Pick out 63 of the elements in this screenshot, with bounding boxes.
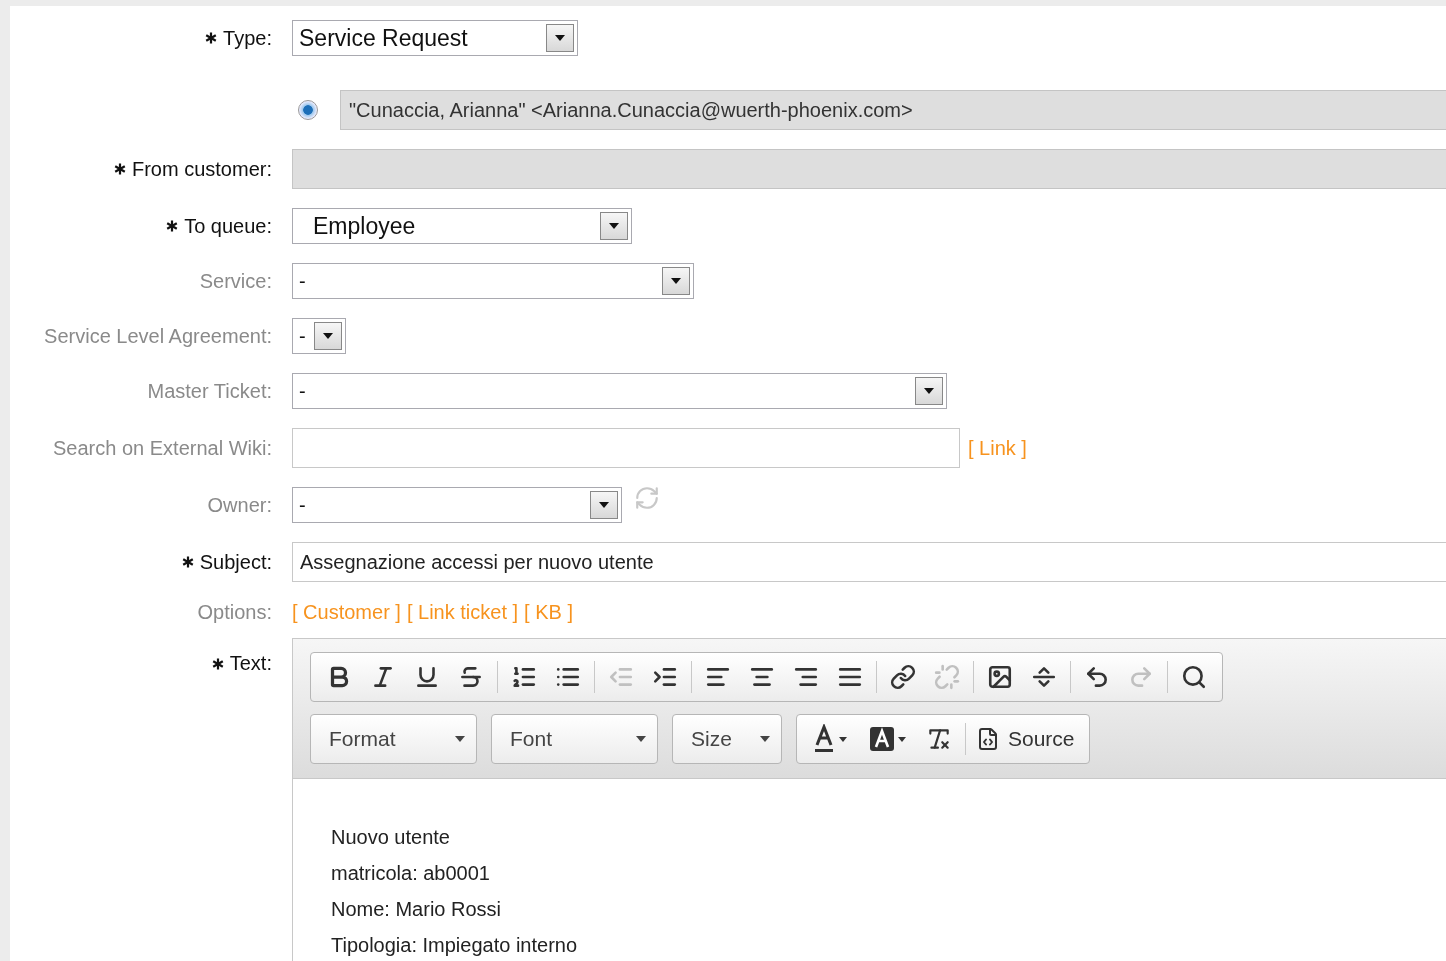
combo-box[interactable]: Font bbox=[491, 714, 658, 764]
horizontal-rule-icon bbox=[1031, 664, 1057, 690]
field-label: Options: bbox=[197, 601, 272, 624]
text-line: Nome: Mario Rossi bbox=[331, 897, 503, 922]
caret-icon bbox=[670, 277, 682, 285]
caret-icon bbox=[322, 332, 334, 340]
broken-link-icon bbox=[934, 664, 960, 690]
strikethrough-icon bbox=[458, 664, 484, 690]
field-label: To queue: bbox=[184, 214, 272, 238]
source-code-icon bbox=[976, 727, 1000, 751]
dropdown-button[interactable] bbox=[600, 212, 628, 240]
text-editor[interactable]: Format Font Size Source Nuovo utente matricola: ab0001 Nome: Mario Rossi Tipologia: Impiegato interno bbox=[292, 638, 1446, 961]
background-color-icon bbox=[869, 724, 909, 754]
select-field[interactable]: - bbox=[292, 487, 622, 523]
required-star-icon bbox=[166, 220, 179, 232]
search-field[interactable] bbox=[292, 428, 960, 468]
field-label: Service: bbox=[199, 269, 272, 293]
underline-icon bbox=[414, 664, 440, 690]
required-star-icon bbox=[181, 556, 194, 568]
dropdown-button[interactable] bbox=[546, 24, 574, 52]
caret-icon bbox=[635, 735, 647, 743]
dropdown-button[interactable] bbox=[915, 377, 943, 405]
select-field[interactable]: Service Request bbox=[292, 20, 578, 56]
subject-field[interactable]: Assegnazione accessi per nuovo utente bbox=[292, 542, 1446, 582]
field-label: Service Level Agreement: bbox=[44, 324, 272, 348]
image-icon bbox=[987, 664, 1013, 690]
field-label: From customer: bbox=[131, 157, 272, 181]
dropdown-button[interactable] bbox=[590, 491, 618, 519]
combo-box[interactable]: Format bbox=[310, 714, 477, 764]
field-label: Search on External Wiki: bbox=[53, 436, 272, 460]
text-line: Nuovo utente bbox=[331, 825, 451, 850]
field-label: Subject: bbox=[199, 550, 272, 574]
caret-icon bbox=[454, 735, 466, 743]
redo-arrow-icon bbox=[1128, 664, 1154, 690]
chain-link-icon bbox=[890, 664, 916, 690]
remove-format-icon bbox=[926, 726, 952, 752]
required-star-icon bbox=[211, 657, 224, 670]
required-star-icon bbox=[113, 163, 126, 175]
caret-icon bbox=[923, 387, 935, 395]
source-button[interactable]: Source bbox=[970, 727, 1081, 751]
numbered-list-icon bbox=[511, 664, 537, 690]
caret-icon bbox=[608, 222, 620, 230]
text-line: Tipologia: Impiegato interno bbox=[331, 933, 579, 958]
dropdown-button[interactable] bbox=[314, 322, 342, 350]
field-label: Type: bbox=[223, 26, 272, 50]
caret-icon bbox=[598, 501, 610, 509]
required-star-icon bbox=[205, 32, 218, 44]
field-label: Master Ticket: bbox=[147, 379, 272, 403]
customer-entry: "Cunaccia, Arianna" <Arianna.Cunaccia@wuerth-phoenix.com> bbox=[340, 90, 1446, 130]
select-field[interactable]: - bbox=[292, 373, 947, 409]
select-field[interactable]: Employee bbox=[292, 208, 632, 244]
search-icon bbox=[1181, 664, 1207, 690]
field-label: Text: bbox=[229, 652, 272, 675]
select-field[interactable]: - bbox=[292, 318, 346, 354]
caret-icon bbox=[554, 34, 566, 42]
radio-button[interactable] bbox=[298, 100, 318, 120]
caret-icon bbox=[759, 735, 771, 743]
text-line: matricola: ab0001 bbox=[331, 861, 491, 886]
undo-arrow-icon bbox=[1084, 664, 1110, 690]
dropdown-button[interactable] bbox=[662, 267, 690, 295]
select-field[interactable]: - bbox=[292, 263, 694, 299]
field-label: Owner: bbox=[207, 493, 272, 517]
combo-box[interactable]: Size bbox=[672, 714, 782, 764]
